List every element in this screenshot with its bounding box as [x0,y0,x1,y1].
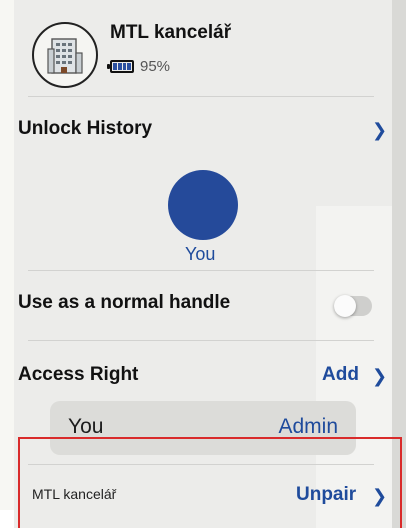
battery-status: 95% [107,58,171,75]
divider [28,464,374,465]
divider [28,340,374,341]
access-user-name: You [68,415,104,438]
paired-lock-name: MTL kancelář [32,486,117,502]
highlight-box [18,437,402,528]
unpair-button[interactable]: Unpair [296,484,356,506]
normal-handle-label: Use as a normal handle [18,292,231,313]
toggle-knob [334,295,356,317]
unlock-history-label[interactable]: Unlock History [18,118,152,140]
device-name: MTL kancelář [110,22,232,43]
chevron-right-icon[interactable]: ❯ [372,366,387,387]
battery-icon [107,60,134,73]
device-header: MTL kancelář 95% [28,14,368,88]
chevron-right-icon[interactable]: ❯ [372,486,387,507]
chevron-right-icon[interactable]: ❯ [372,120,387,141]
battery-percent: 95% [140,58,171,75]
access-user-role: Admin [278,415,338,438]
user-avatar[interactable] [168,170,238,240]
normal-handle-toggle[interactable] [334,295,372,317]
device-avatar[interactable] [32,22,98,88]
building-icon [47,38,83,74]
add-access-button[interactable]: Add [322,364,359,386]
divider [28,270,374,271]
user-avatar-label: You [185,244,216,264]
edge-strip [0,510,14,528]
access-right-label: Access Right [18,364,139,385]
divider [28,96,374,97]
